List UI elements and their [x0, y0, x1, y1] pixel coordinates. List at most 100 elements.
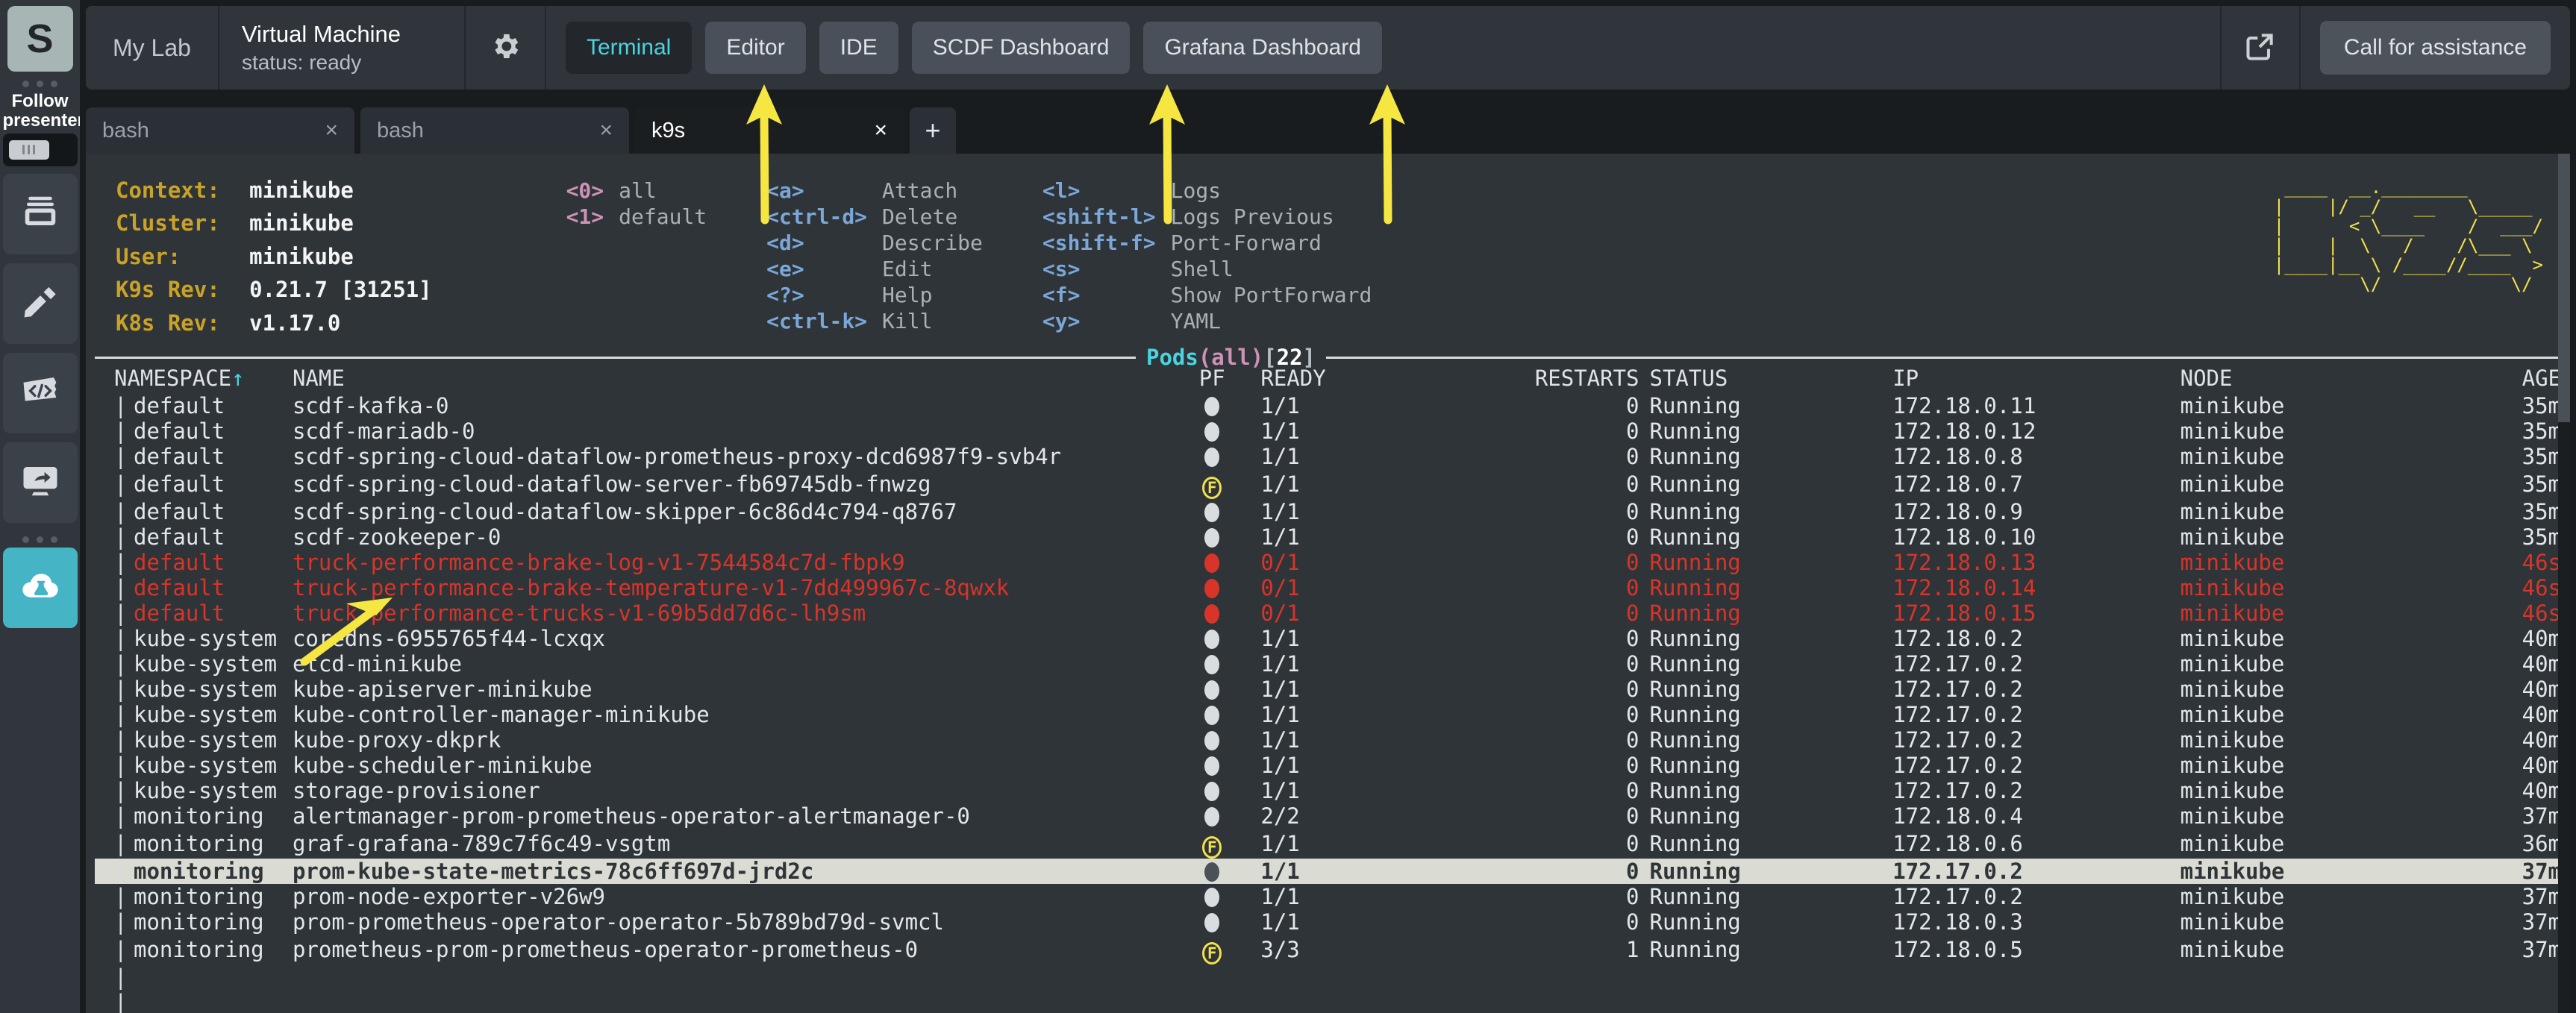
status-dot-icon — [1204, 655, 1220, 674]
cell-ip: 172.18.0.3 — [1892, 909, 2023, 935]
close-icon[interactable]: × — [599, 118, 613, 143]
pods-table[interactable]: NAMESPACE↑ NAME PF READY RESTARTS STATUS… — [95, 366, 2561, 965]
terminal-tab-bash-2[interactable]: bash × — [360, 107, 629, 154]
table-row[interactable]: | monitoring prom-prometheus-operator-oper… — [95, 909, 2561, 935]
cell-status: Running — [1649, 803, 1741, 829]
cell-name: prom-kube-state-metrics-78c6ff697d-jrd2c — [292, 859, 1164, 884]
settings-button[interactable] — [466, 6, 546, 90]
hint-key: <s> — [1042, 257, 1081, 281]
hint-value: YAML — [1170, 309, 1222, 333]
column-header-node[interactable]: NODE — [2180, 366, 2464, 393]
cell-node: minikube — [2180, 550, 2285, 575]
call-for-assistance-button[interactable]: Call for assistance — [2319, 21, 2551, 75]
cell-namespace: | monitoring — [114, 909, 264, 935]
sidebar-item-code-snippet[interactable] — [2, 352, 78, 433]
cell-status: Running — [1649, 727, 1741, 753]
column-header-namespace[interactable]: NAMESPACE↑ — [95, 366, 293, 393]
view-button-editor[interactable]: Editor — [705, 22, 806, 74]
table-row[interactable]: | monitoring graf-grafana-789c7f6c49-vsgtm… — [95, 829, 2561, 859]
follow-presenter-toggle[interactable] — [2, 133, 78, 166]
view-button-ide[interactable]: IDE — [819, 22, 898, 74]
cell-name: kube-apiserver-minikube — [292, 677, 593, 702]
cell-ready: 0/1 — [1260, 575, 1300, 600]
sidebar-item-marker[interactable] — [2, 263, 78, 344]
cell-node: minikube — [2180, 859, 2464, 884]
status-dot-icon — [1204, 862, 1220, 882]
column-header-name[interactable]: NAME — [293, 366, 1163, 393]
add-terminal-tab-button[interactable]: + — [910, 107, 956, 154]
terminal-tab-bash-1[interactable]: bash × — [86, 107, 354, 154]
vm-title: Virtual Machine — [241, 21, 401, 48]
cell-ready: 1/1 — [1260, 471, 1300, 497]
view-button-terminal[interactable]: Terminal — [565, 22, 693, 74]
cell-name: kube-scheduler-minikube — [292, 753, 593, 778]
hint-value: Delete — [882, 204, 958, 229]
left-sidebar: S Follow presenter — [0, 0, 84, 1013]
cell-age: 37m — [2522, 937, 2561, 962]
table-row[interactable]: | default truck-performance-brake-log-v1-7… — [95, 550, 2561, 575]
sidebar-item-layers[interactable] — [2, 173, 78, 254]
open-external-button[interactable] — [2219, 6, 2301, 90]
cell-name: coredns-6955765f44-lcxqx — [292, 626, 605, 651]
table-row[interactable]: | kube-system coredns-6955765f44-lcxqx 1/1 0… — [95, 626, 2561, 651]
table-row[interactable]: | kube-system etcd-minikube 1/1 0 Running 172.… — [95, 651, 2561, 677]
cell-pf: F — [1163, 829, 1260, 859]
close-icon[interactable]: × — [325, 118, 338, 143]
table-row[interactable]: | default scdf-kafka-0 1/1 0 Running 172.18.0.… — [95, 393, 2561, 418]
cell-pf — [1163, 803, 1260, 829]
table-row[interactable]: | default scdf-spring-cloud-dataflow-skipp… — [95, 499, 2561, 524]
cell-ready: 1/1 — [1260, 444, 1300, 469]
table-row[interactable]: | kube-system kube-proxy-dkprk 1/1 0 Running 1… — [95, 727, 2561, 753]
table-row[interactable]: | kube-system kube-scheduler-minikube 1/1 0 R… — [95, 753, 2561, 778]
table-row[interactable]: | default truck-performance-trucks-v1-69b5… — [95, 600, 2561, 626]
table-row[interactable]: | default scdf-mariadb-0 1/1 0 Running 172.18.… — [95, 418, 2561, 444]
hint-value: Show PortForward — [1170, 283, 1372, 307]
cell-status: Running — [1649, 471, 1741, 497]
status-dot-icon — [1204, 680, 1220, 700]
scrollbar-thumb[interactable] — [2558, 154, 2570, 422]
table-row[interactable]: | kube-system storage-provisioner 1/1 0 Runni… — [95, 778, 2561, 803]
cell-ready: 1/1 — [1260, 909, 1300, 935]
terminal-scrollbar[interactable] — [2558, 154, 2570, 1013]
table-row[interactable]: | monitoring prom-kube-state-metrics-78c6f… — [95, 859, 2561, 884]
hint-value: Logs — [1170, 178, 1222, 203]
follow-presenter-label: Follow presenter — [2, 91, 84, 131]
sidebar-item-screen-share[interactable] — [2, 442, 78, 523]
column-header-age[interactable]: AGE — [2464, 366, 2561, 393]
column-header-ready[interactable]: READY — [1260, 366, 1406, 393]
table-row[interactable]: | kube-system kube-controller-manager-mini… — [95, 702, 2561, 727]
view-button-grafana-dashboard[interactable]: Grafana Dashboard — [1143, 22, 1382, 74]
sidebar-item-cloud-lab[interactable] — [2, 547, 78, 628]
close-icon[interactable]: × — [874, 118, 887, 143]
hint-value: Shell — [1170, 257, 1234, 281]
table-row[interactable]: | monitoring prom-node-exporter-v26w9 1/1 0 R… — [95, 884, 2561, 909]
cell-status: Running — [1649, 575, 1741, 600]
table-row[interactable]: | kube-system kube-apiserver-minikube 1/1 0 R… — [95, 677, 2561, 702]
hint-value: default — [619, 204, 707, 229]
table-row[interactable]: | monitoring prometheus-prom-prometheus-op… — [95, 935, 2561, 965]
cell-restarts: 0 — [1626, 418, 1639, 444]
cell-node: minikube — [2180, 831, 2285, 856]
table-row[interactable]: | default scdf-spring-cloud-dataflow-prome… — [95, 444, 2561, 469]
table-row[interactable]: | default scdf-spring-cloud-dataflow-serve… — [95, 469, 2561, 499]
table-row[interactable]: | default scdf-zookeeper-0 1/1 0 Running 172.1… — [95, 524, 2561, 550]
terminal-tab-k9s[interactable]: k9s × — [635, 107, 904, 154]
hint-column-actions-1: <a> Attach <ctrl-d> Delete <d> Describe … — [766, 178, 983, 343]
cell-name: prom-node-exporter-v26w9 — [292, 884, 605, 909]
avatar[interactable]: S — [7, 6, 73, 72]
my-lab-title[interactable]: My Lab — [86, 6, 219, 90]
column-header-status[interactable]: STATUS — [1650, 366, 1893, 393]
cell-namespace: | default — [114, 524, 225, 550]
column-header-ip[interactable]: IP — [1892, 366, 2180, 393]
cell-restarts: 0 — [1626, 803, 1639, 829]
cell-pf — [1163, 727, 1260, 753]
table-row[interactable]: | monitoring alertmanager-prom-prometheus-… — [95, 803, 2561, 829]
hint-value: Port-Forward — [1170, 230, 1322, 255]
table-row[interactable]: | default truck-performance-brake-temperat… — [95, 575, 2561, 600]
column-header-restarts[interactable]: RESTARTS — [1407, 366, 1650, 393]
code-snippet-icon — [20, 371, 60, 415]
k9s-terminal[interactable]: Context: minikube Cluster: minikube User… — [86, 154, 2570, 1013]
cell-status: Running — [1649, 778, 1741, 803]
view-button-scdf-dashboard[interactable]: SCDF Dashboard — [911, 22, 1131, 74]
meta-key: K9s Rev: — [116, 277, 234, 303]
